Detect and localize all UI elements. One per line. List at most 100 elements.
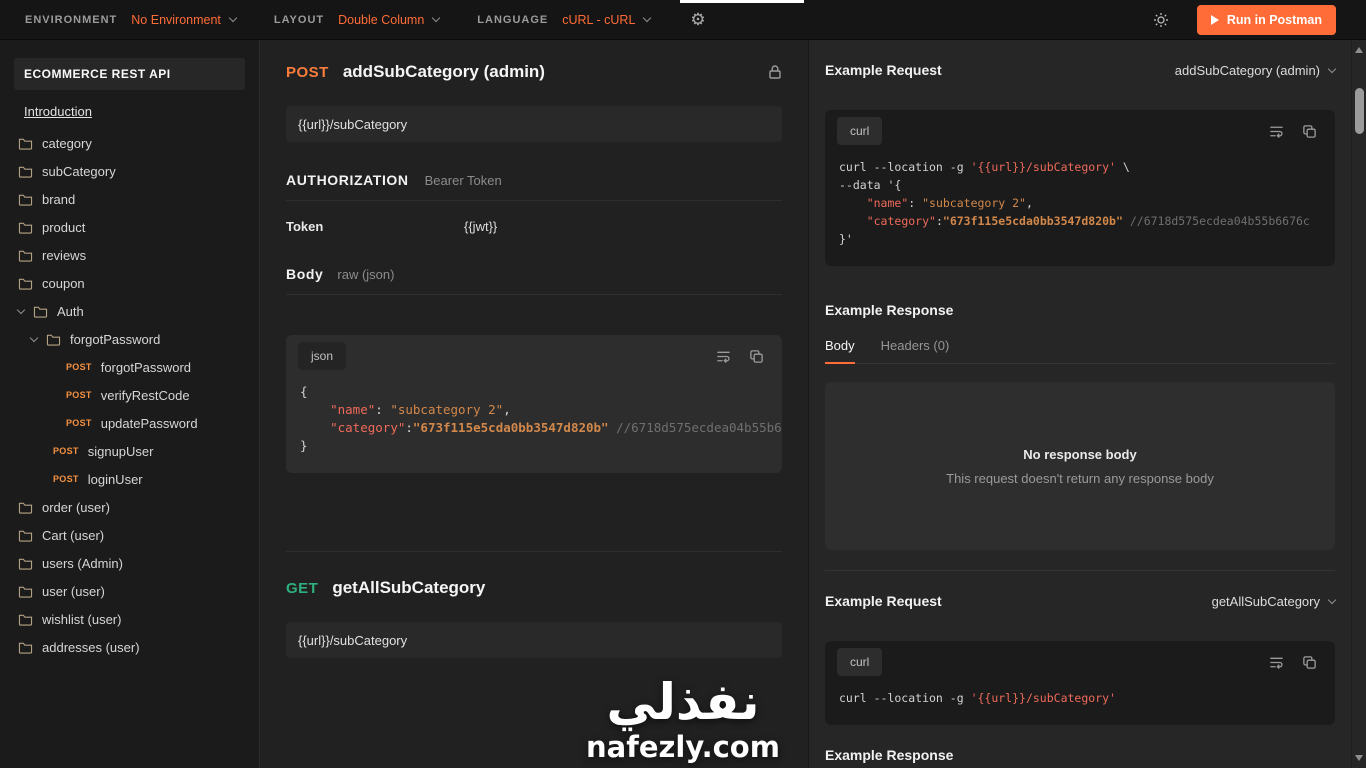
code-actions	[1269, 124, 1323, 139]
sidebar-request-verifyrestcode[interactable]: POST verifyRestCode	[0, 381, 259, 409]
chevron-down-icon	[432, 13, 441, 23]
sidebar-folder-users-admin[interactable]: users (Admin)	[0, 549, 259, 577]
method-badge-post: POST	[66, 418, 92, 428]
scroll-up-arrow-icon[interactable]	[1355, 47, 1363, 53]
chevron-down-icon	[643, 13, 652, 23]
tree-item-label: forgotPassword	[100, 359, 192, 375]
scroll-down-arrow-icon[interactable]	[1355, 755, 1363, 761]
tree-item-label: addresses (user)	[42, 639, 140, 655]
json-code-block: json {"name": "subcategory 2", "categor…	[286, 335, 782, 473]
example-request-header-2: Example Request getAllSubCategory	[825, 593, 1337, 609]
copy-icon[interactable]	[1302, 655, 1317, 670]
code-language-chip: json	[298, 342, 347, 370]
sidebar-folder-brand[interactable]: brand	[0, 185, 259, 213]
sidebar-request-updatepassword[interactable]: POST updatePassword	[0, 409, 259, 437]
sidebar-folder-subcategory[interactable]: subCategory	[0, 157, 259, 185]
tree-item-label: category	[42, 135, 92, 151]
copy-icon[interactable]	[1302, 124, 1317, 139]
sidebar-item-introduction[interactable]: Introduction	[24, 104, 92, 119]
tree-item-label: updatePassword	[100, 415, 198, 431]
doc-column: POST addSubCategory (admin) {{url}}/subC…	[260, 40, 808, 768]
environment-label: ENVIRONMENT	[25, 13, 118, 26]
example-request-select-2[interactable]: getAllSubCategory	[1212, 594, 1337, 609]
code-line: }'	[839, 232, 853, 246]
get-request-url: {{url}}/subCategory	[286, 622, 782, 658]
sidebar-request-signupuser[interactable]: POST signupUser	[0, 437, 259, 465]
empty-response-subtitle: This request doesn't return any response…	[946, 470, 1214, 486]
tree-item-label: subCategory	[42, 163, 116, 179]
token-value: {{jwt}}	[464, 219, 498, 234]
language-select[interactable]: cURL - cURL	[562, 13, 652, 27]
sidebar-folder-user-user[interactable]: user (user)	[0, 577, 259, 605]
sidebar-folder-coupon[interactable]: coupon	[0, 269, 259, 297]
authorization-type: Bearer Token	[424, 173, 502, 188]
folder-icon	[46, 333, 61, 346]
play-icon	[1210, 14, 1219, 25]
copy-icon[interactable]	[749, 349, 764, 364]
code-line: "name": "subcategory 2",	[330, 402, 511, 417]
body-heading: Body	[286, 266, 324, 282]
method-badge-post: POST	[66, 390, 92, 400]
example-request-select-1[interactable]: addSubCategory (admin)	[1175, 63, 1337, 78]
post-request-section: POST addSubCategory (admin) {{url}}/subC…	[286, 62, 782, 473]
folder-icon	[18, 585, 33, 598]
json-code-content: { "name": "subcategory 2", "category":"6…	[286, 377, 782, 473]
folder-icon	[18, 137, 33, 150]
code-line: {	[300, 384, 308, 399]
example-request-header-1: Example Request addSubCategory (admin)	[825, 62, 1337, 78]
folder-icon	[18, 557, 33, 570]
tree-item-label: loginUser	[87, 471, 143, 487]
settings-gear-icon[interactable]: ⚙	[690, 11, 705, 28]
tree-item-label: reviews	[42, 247, 87, 263]
chevron-down-icon	[228, 13, 238, 23]
method-label-get: GET	[286, 579, 319, 597]
example-request-title: Example Request	[825, 62, 942, 78]
wrap-text-icon[interactable]	[1269, 124, 1284, 139]
authorization-heading: AUTHORIZATION	[286, 172, 409, 188]
environment-group: ENVIRONMENT No Environment	[25, 13, 238, 27]
chevron-down-icon[interactable]	[16, 305, 26, 314]
language-group: LANGUAGE cURL - cURL	[477, 13, 652, 27]
body-type: raw (json)	[337, 267, 395, 282]
environment-select[interactable]: No Environment	[131, 13, 238, 27]
empty-response-title: No response body	[1023, 446, 1137, 462]
theme-toggle-icon[interactable]	[1153, 12, 1169, 28]
page-scrollbar[interactable]	[1351, 40, 1366, 768]
tab-headers[interactable]: Headers (0)	[881, 338, 950, 363]
method-label-post: POST	[286, 63, 329, 81]
run-in-postman-button[interactable]: Run in Postman	[1196, 4, 1336, 35]
sidebar-folder-wishlist-user[interactable]: wishlist (user)	[0, 605, 259, 633]
post-title-row: POST addSubCategory (admin)	[286, 62, 782, 82]
code-line: curl --location -g '{{url}}/subCategory'	[839, 691, 1116, 705]
code-line: curl --location -g '{{url}}/subCategory'…	[839, 160, 1130, 174]
code-line: }	[300, 438, 308, 453]
topbar: ENVIRONMENT No Environment LAYOUT Double…	[0, 0, 1366, 40]
sidebar-folder-reviews[interactable]: reviews	[0, 241, 259, 269]
chevron-down-icon[interactable]	[29, 333, 39, 342]
tree-item-label: users (Admin)	[42, 555, 123, 571]
sidebar-request-loginuser[interactable]: POST loginUser	[0, 465, 259, 493]
method-badge-post: POST	[53, 446, 79, 456]
wrap-text-icon[interactable]	[716, 349, 731, 364]
collection-title[interactable]: ECOMMERCE REST API	[14, 58, 245, 90]
scrollbar-thumb[interactable]	[1355, 88, 1364, 134]
get-request-section: GET getAllSubCategory {{url}}/subCategor…	[286, 551, 782, 658]
curl-code-header-1: curl	[825, 110, 1335, 152]
empty-response-box: No response body This request doesn't re…	[825, 382, 1335, 550]
example-section-2: Example Request getAllSubCategory curl c…	[825, 570, 1337, 763]
sidebar-folder-order-user[interactable]: order (user)	[0, 493, 259, 521]
sidebar-folder-cart-user[interactable]: Cart (user)	[0, 521, 259, 549]
sidebar-folder-forgotpassword[interactable]: forgotPassword	[0, 325, 259, 353]
sidebar-folder-category[interactable]: category	[0, 129, 259, 157]
sidebar-folder-auth[interactable]: Auth	[0, 297, 259, 325]
code-line: "name": "subcategory 2",	[866, 196, 1033, 210]
tab-body[interactable]: Body	[825, 338, 855, 364]
language-label: LANGUAGE	[477, 13, 549, 26]
sidebar-folder-addresses-user[interactable]: addresses (user)	[0, 633, 259, 661]
curl-code-content-2: curl --location -g '{{url}}/subCategory'	[825, 683, 1335, 725]
token-row: Token {{jwt}}	[286, 219, 782, 234]
layout-select[interactable]: Double Column	[338, 13, 441, 27]
wrap-text-icon[interactable]	[1269, 655, 1284, 670]
sidebar-request-forgotpassword[interactable]: POST forgotPassword	[0, 353, 259, 381]
sidebar-folder-product[interactable]: product	[0, 213, 259, 241]
